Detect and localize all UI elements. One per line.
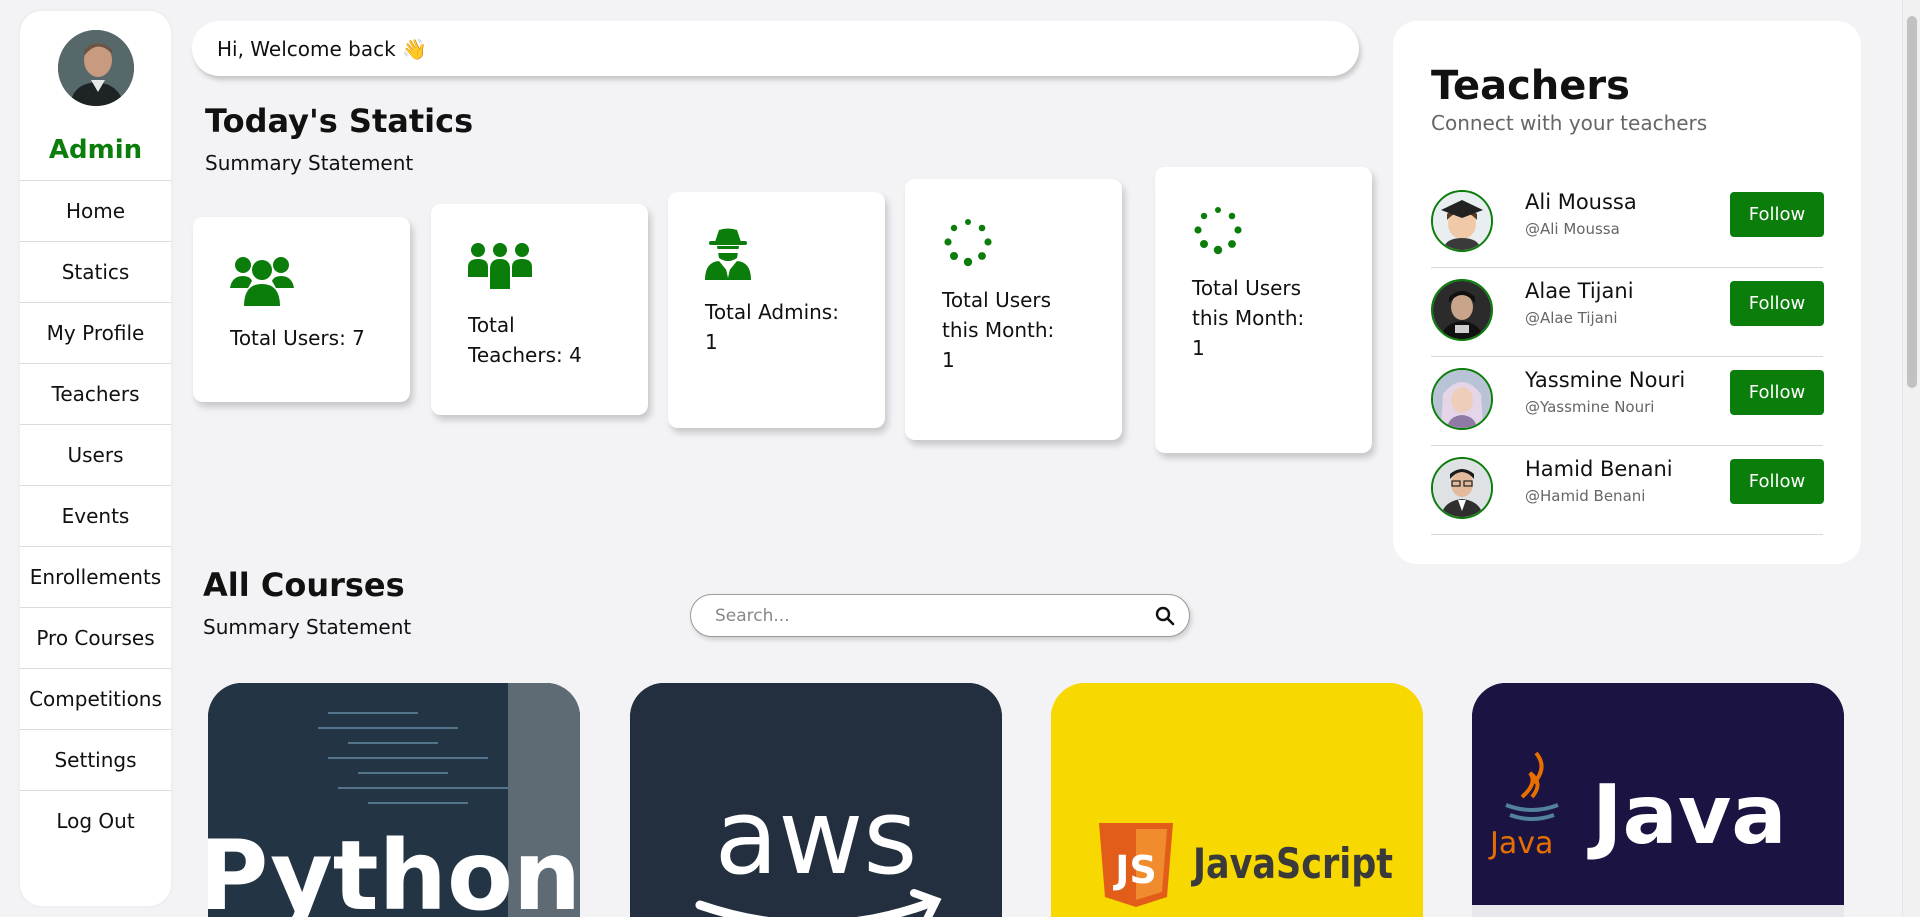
stat-card-users-month-2: Total Users this Month: 1 xyxy=(1155,167,1372,453)
teacher-row: Ali Moussa @Ali Moussa Follow xyxy=(1431,179,1824,268)
course-card-javascript[interactable]: JS JavaScript xyxy=(1051,683,1423,917)
search-input[interactable] xyxy=(715,604,1135,628)
course-card-java[interactable]: Java Java xyxy=(1472,683,1844,917)
teacher-avatar[interactable] xyxy=(1431,368,1493,430)
sidebar-item-home[interactable]: Home xyxy=(20,180,171,241)
follow-button[interactable]: Follow xyxy=(1730,281,1824,326)
sidebar-item-teachers[interactable]: Teachers xyxy=(20,363,171,424)
course-image-text: JavaScript xyxy=(1191,839,1393,888)
teacher-handle: @Hamid Benani xyxy=(1525,487,1646,505)
scrollbar-thumb[interactable] xyxy=(1907,16,1917,388)
sidebar-nav: Home Statics My Profile Teachers Users E… xyxy=(20,180,171,851)
course-image-subtext: Java xyxy=(1488,826,1553,861)
stats-subtitle: Summary Statement xyxy=(205,151,414,175)
sidebar-item-competitions[interactable]: Competitions xyxy=(20,668,171,729)
sidebar-item-pro-courses[interactable]: Pro Courses xyxy=(20,607,171,668)
stat-users-month-label: Total Users this Month: 1 xyxy=(942,288,1055,372)
teacher-handle: @Yassmine Nouri xyxy=(1525,398,1655,416)
stat-card-total-admins: Total Admins: 1 xyxy=(668,192,885,428)
teachers-subtitle: Connect with your teachers xyxy=(1431,111,1708,135)
follow-button[interactable]: Follow xyxy=(1730,192,1824,237)
teacher-avatar[interactable] xyxy=(1431,457,1493,519)
teachers-panel: Teachers Connect with your teachers Ali … xyxy=(1393,21,1861,564)
sidebar-item-enrollements[interactable]: Enrollements xyxy=(20,546,171,607)
teacher-avatar[interactable] xyxy=(1431,190,1493,252)
spinner-icon xyxy=(942,217,994,273)
sidebar: Admin Home Statics My Profile Teachers U… xyxy=(20,11,171,906)
svg-text:JS: JS xyxy=(1112,848,1157,892)
user-secret-icon xyxy=(705,228,751,284)
teacher-name: Hamid Benani xyxy=(1525,457,1673,481)
teacher-handle: @Ali Moussa xyxy=(1525,220,1620,238)
search-icon[interactable] xyxy=(1155,606,1175,630)
teacher-avatar[interactable] xyxy=(1431,279,1493,341)
course-card-aws[interactable]: aws xyxy=(630,683,1002,917)
sidebar-item-statics[interactable]: Statics xyxy=(20,241,171,302)
stat-total-users-label: Total Users: 7 xyxy=(230,326,365,350)
stat-card-total-users: Total Users: 7 xyxy=(193,217,410,402)
teacher-name: Ali Moussa xyxy=(1525,190,1637,214)
welcome-text: Hi, Welcome back 👋 xyxy=(217,36,427,61)
teacher-name: Yassmine Nouri xyxy=(1525,368,1686,392)
sidebar-item-events[interactable]: Events xyxy=(20,485,171,546)
stat-total-teachers-label: Total Teachers: 4 xyxy=(468,313,582,367)
admin-avatar[interactable] xyxy=(58,30,134,106)
stat-users-month-label: Total Users this Month: 1 xyxy=(1192,276,1305,360)
teachers-title: Teachers xyxy=(1431,63,1630,109)
stats-title: Today's Statics xyxy=(205,102,474,140)
course-card-python[interactable]: Python xyxy=(208,683,580,917)
teacher-row: Hamid Benani @Hamid Benani Follow xyxy=(1431,446,1824,535)
stat-card-total-teachers: Total Teachers: 4 xyxy=(431,204,648,415)
welcome-bar: Hi, Welcome back 👋 xyxy=(192,21,1359,76)
admin-name: Admin xyxy=(48,135,143,165)
follow-button[interactable]: Follow xyxy=(1730,459,1824,504)
courses-title: All Courses xyxy=(203,566,405,604)
sidebar-item-my-profile[interactable]: My Profile xyxy=(20,302,171,363)
users-icon xyxy=(230,254,294,310)
course-image-text: Java xyxy=(1587,768,1787,863)
teacher-row: Alae Tijani @Alae Tijani Follow xyxy=(1431,268,1824,357)
course-image-text: Python xyxy=(208,820,580,917)
teachers-group-icon xyxy=(468,241,532,293)
course-search xyxy=(690,594,1190,637)
teacher-name: Alae Tijani xyxy=(1525,279,1634,303)
stat-total-admins-label: Total Admins: 1 xyxy=(705,300,839,354)
stat-card-users-month-1: Total Users this Month: 1 xyxy=(905,179,1122,440)
spinner-icon xyxy=(1192,205,1244,261)
sidebar-item-log-out[interactable]: Log Out xyxy=(20,790,171,851)
teacher-handle: @Alae Tijani xyxy=(1525,309,1618,327)
follow-button[interactable]: Follow xyxy=(1730,370,1824,415)
course-image-text: aws xyxy=(715,776,918,898)
sidebar-item-settings[interactable]: Settings xyxy=(20,729,171,790)
page-scrollbar[interactable] xyxy=(1902,0,1920,917)
courses-subtitle: Summary Statement xyxy=(203,615,412,639)
teacher-row: Yassmine Nouri @Yassmine Nouri Follow xyxy=(1431,357,1824,446)
sidebar-item-users[interactable]: Users xyxy=(20,424,171,485)
